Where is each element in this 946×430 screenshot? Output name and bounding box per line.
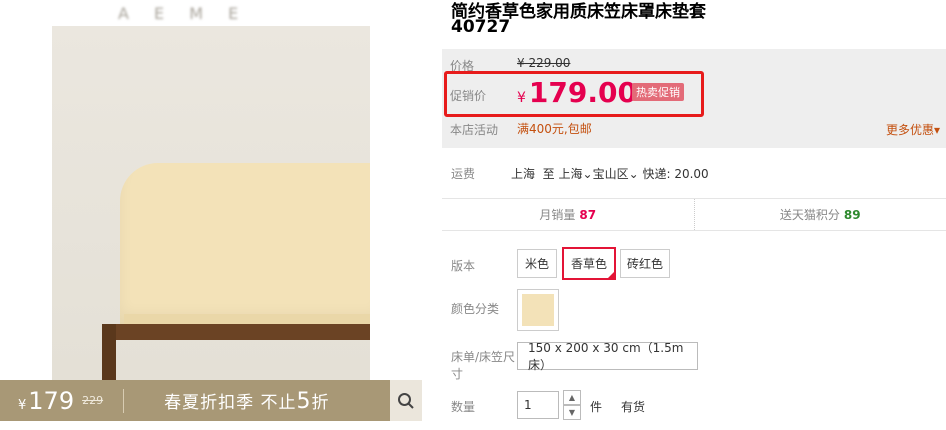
ship-to-city-select[interactable]: 上海⌄ xyxy=(559,167,593,181)
title-line-2: 40727 xyxy=(451,17,511,37)
shipping-label: 运费 xyxy=(451,167,476,181)
shipping-info: 上海 至 上海⌄宝山区⌄ 快递: 20.00 xyxy=(511,165,709,182)
chevron-down-icon: ▼ xyxy=(568,408,576,417)
banner-old-price: 229 xyxy=(82,394,104,407)
image-search-button[interactable] xyxy=(390,380,422,421)
color-option-thumbnail[interactable] xyxy=(517,289,559,331)
product-gallery: A E M E ¥179 229 春夏折扣季 不止5折 xyxy=(0,0,422,430)
quantity-unit: 件 xyxy=(590,400,603,414)
hot-sale-badge: 热卖促销 xyxy=(632,83,684,101)
ship-to-district-select[interactable]: 宝山区⌄ xyxy=(593,167,639,181)
shipping-row: 运费 上海 至 上海⌄宝山区⌄ 快递: 20.00 xyxy=(451,160,941,184)
product-image[interactable] xyxy=(52,26,370,380)
promo-price-value: ¥179.00 xyxy=(517,76,637,109)
chevron-down-icon: ⌄ xyxy=(628,167,639,181)
banner-price: ¥179 xyxy=(18,386,75,415)
search-icon xyxy=(398,392,414,409)
version-label: 版本 xyxy=(451,259,476,273)
express-fee: 快递: 20.00 xyxy=(642,167,709,181)
product-title: 简约香草色家用质床笠床罩床垫套 40727 xyxy=(451,0,931,42)
banner-promo-text: 春夏折扣季 不止5折 xyxy=(164,388,330,414)
promo-banner[interactable]: ¥179 229 春夏折扣季 不止5折 xyxy=(0,380,422,421)
chevron-down-icon: ▾ xyxy=(933,123,940,137)
banner-divider xyxy=(123,388,125,413)
brand-watermark: A E M E xyxy=(118,4,249,23)
version-option-brick-red[interactable]: 砖红色 xyxy=(620,249,670,278)
chevron-down-icon: ⌄ xyxy=(582,167,593,181)
color-swatch-image xyxy=(522,294,554,326)
selected-check-icon xyxy=(606,270,616,280)
size-option[interactable]: 150 x 200 x 30 cm（1.5m床） xyxy=(517,341,698,372)
chevron-up-icon: ▲ xyxy=(568,393,576,402)
monthly-sales: 月销量 87 xyxy=(539,207,597,223)
quantity-input[interactable] xyxy=(517,391,559,419)
bed-leg-shape xyxy=(102,324,116,380)
promo-price-label: 促销价 xyxy=(450,89,487,103)
store-event-value: 满400元,包邮 xyxy=(517,122,592,136)
quantity-decrease-button[interactable]: ▼ xyxy=(563,405,581,420)
version-option-vanilla[interactable]: 香草色 xyxy=(562,247,616,280)
tmall-points: 送天猫积分 89 xyxy=(693,199,946,230)
version-option-beige[interactable]: 米色 xyxy=(517,249,557,278)
original-price-value: ¥ 229.00 xyxy=(517,56,571,70)
more-deals-link[interactable]: 更多优惠▾ xyxy=(886,121,940,138)
size-label: 床单/床笠尺寸 xyxy=(451,350,516,381)
sales-stats: 月销量 87 送天猫积分 89 xyxy=(442,198,946,231)
ship-from: 上海 xyxy=(511,167,536,181)
mattress-cover-shape xyxy=(120,163,370,328)
bed-frame-shape xyxy=(102,324,370,340)
store-event-label: 本店活动 xyxy=(450,123,499,137)
stock-status: 有货 xyxy=(621,400,646,414)
quantity-label: 数量 xyxy=(451,400,476,414)
quantity-increase-button[interactable]: ▲ xyxy=(563,390,581,405)
color-label: 颜色分类 xyxy=(451,302,500,316)
price-panel: 价格 ¥ 229.00 促销价 ¥179.00 热卖促销 本店活动 满400元,… xyxy=(442,49,946,148)
ship-to-text: 至 xyxy=(542,167,555,181)
